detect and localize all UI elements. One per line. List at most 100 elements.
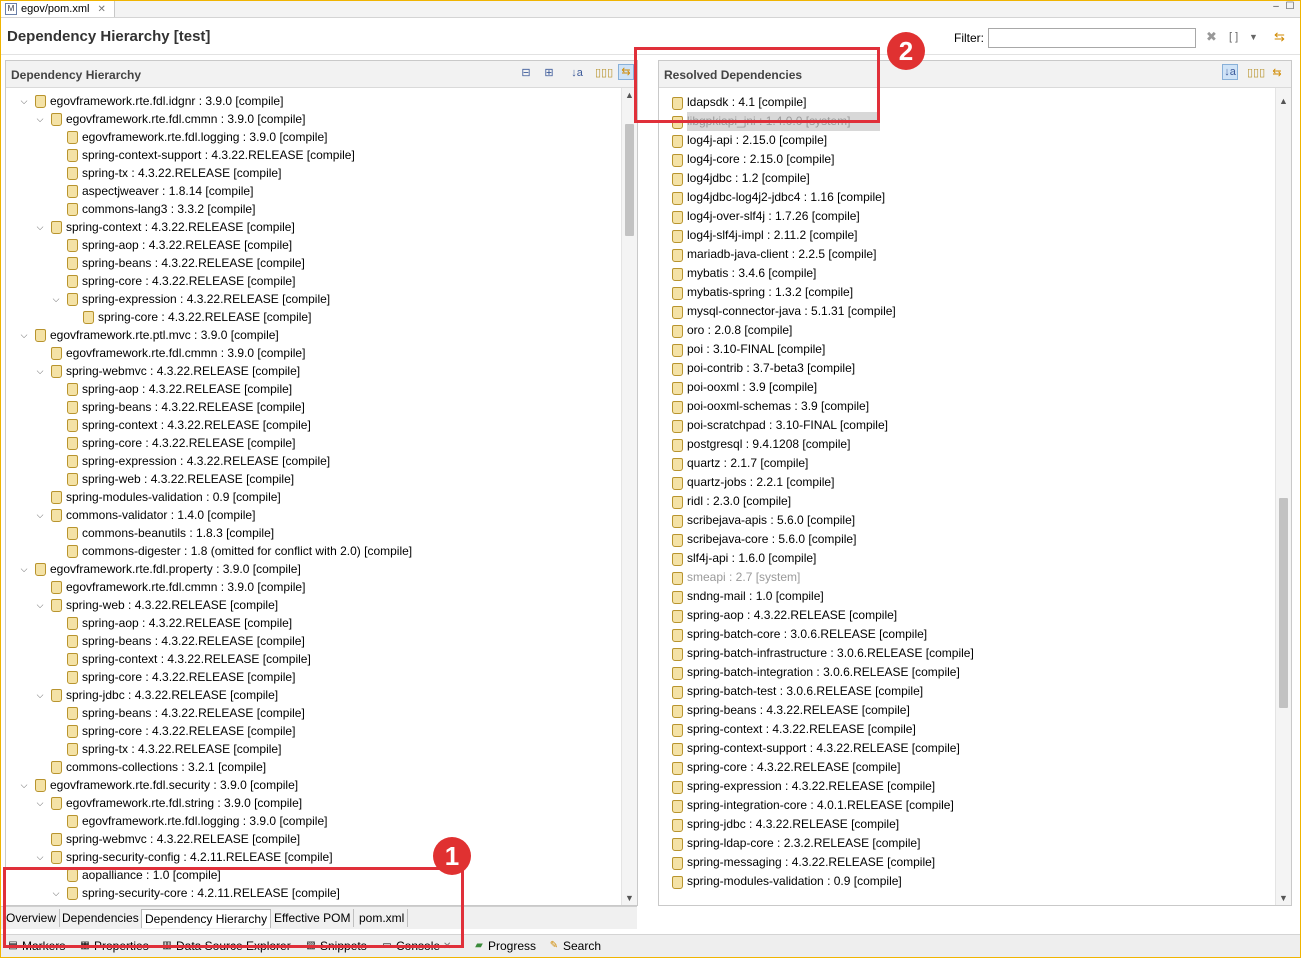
- tree-node[interactable]: ⌵ egovframework.rte.fdl.string : 3.9.0 [c…: [6, 794, 621, 812]
- list-item[interactable]: mybatis-spring : 1.3.2 [compile]: [659, 283, 1275, 302]
- chevron-down-icon[interactable]: ⌵: [34, 218, 46, 236]
- link-with-editor-icon[interactable]: ⇆: [1274, 30, 1285, 44]
- maximize-icon[interactable]: ☐: [1285, 2, 1295, 12]
- chevron-down-icon[interactable]: ⌵: [34, 110, 46, 128]
- tree-node[interactable]: ⌵ egovframework.rte.fdl.cmmn : 3.9.0 [com…: [6, 110, 621, 128]
- list-item[interactable]: poi-ooxml-schemas : 3.9 [compile]: [659, 397, 1275, 416]
- list-item[interactable]: spring-beans : 4.3.22.RELEASE [compile]: [659, 701, 1275, 720]
- list-item[interactable]: smeapi : 2.7 [system]: [659, 568, 1275, 587]
- list-item[interactable]: spring-batch-test : 3.0.6.RELEASE [compi…: [659, 682, 1275, 701]
- tree-node[interactable]: ⌵ spring-web : 4.3.22.RELEASE [compile]: [6, 596, 621, 614]
- hierarchy-scrollbar[interactable]: ▲ ▼: [621, 88, 637, 905]
- list-item[interactable]: spring-batch-integration : 3.0.6.RELEASE…: [659, 663, 1275, 682]
- tree-node[interactable]: spring-context : 4.3.22.RELEASE [compile…: [6, 416, 621, 434]
- tree-node[interactable]: commons-digester : 1.8 (omitted for conf…: [6, 542, 621, 560]
- sort-az-icon[interactable]: ↓a: [570, 66, 584, 80]
- tree-node[interactable]: ⌵ egovframework.rte.ptl.mvc : 3.9.0 [comp…: [6, 326, 621, 344]
- list-item[interactable]: spring-core : 4.3.22.RELEASE [compile]: [659, 758, 1275, 777]
- minimize-icon[interactable]: –: [1271, 2, 1281, 12]
- tree-node[interactable]: ⌵ spring-security-config : 4.2.11.RELEASE…: [6, 848, 621, 866]
- scroll-thumb[interactable]: [625, 124, 634, 236]
- list-item[interactable]: spring-integration-core : 4.0.1.RELEASE …: [659, 796, 1275, 815]
- tree-node[interactable]: spring-beans : 4.3.22.RELEASE [compile]: [6, 398, 621, 416]
- list-item[interactable]: poi-scratchpad : 3.10-FINAL [compile]: [659, 416, 1275, 435]
- list-item[interactable]: spring-ldap-core : 2.3.2.RELEASE [compil…: [659, 834, 1275, 853]
- list-item[interactable]: spring-context-support : 4.3.22.RELEASE …: [659, 739, 1275, 758]
- list-item[interactable]: poi-ooxml : 3.9 [compile]: [659, 378, 1275, 397]
- tree-node[interactable]: ⌵ spring-context : 4.3.22.RELEASE [compil…: [6, 218, 621, 236]
- list-item[interactable]: scribejava-apis : 5.6.0 [compile]: [659, 511, 1275, 530]
- list-item[interactable]: spring-jdbc : 4.3.22.RELEASE [compile]: [659, 815, 1275, 834]
- list-item[interactable]: sndng-mail : 1.0 [compile]: [659, 587, 1275, 606]
- tree-node[interactable]: commons-lang3 : 3.3.2 [compile]: [6, 200, 621, 218]
- tree-node[interactable]: spring-beans : 4.3.22.RELEASE [compile]: [6, 704, 621, 722]
- tree-node[interactable]: spring-core : 4.3.22.RELEASE [compile]: [6, 434, 621, 452]
- tab-search[interactable]: ✎ Search: [548, 939, 601, 953]
- show-group-id-icon[interactable]: ▯▯▯: [595, 66, 613, 80]
- list-item[interactable]: spring-modules-validation : 0.9 [compile…: [659, 872, 1275, 891]
- tree-node[interactable]: ⌵ spring-webmvc : 4.3.22.RELEASE [compile…: [6, 362, 621, 380]
- tree-node[interactable]: ⌵ egovframework.rte.fdl.security : 3.9.0 …: [6, 776, 621, 794]
- tree-node[interactable]: spring-context : 4.3.22.RELEASE [compile…: [6, 650, 621, 668]
- list-item[interactable]: spring-batch-core : 3.0.6.RELEASE [compi…: [659, 625, 1275, 644]
- list-item[interactable]: mariadb-java-client : 2.2.5 [compile]: [659, 245, 1275, 264]
- list-item[interactable]: spring-batch-infrastructure : 3.0.6.RELE…: [659, 644, 1275, 663]
- tree-node[interactable]: ⌵ spring-jdbc : 4.3.22.RELEASE [compile]: [6, 686, 621, 704]
- editor-tab-pom[interactable]: M egov/pom.xml ✕: [1, 1, 115, 17]
- chevron-down-icon[interactable]: ⌵: [18, 92, 30, 110]
- tree-node[interactable]: spring-core : 4.3.22.RELEASE [compile]: [6, 722, 621, 740]
- tree-node[interactable]: egovframework.rte.fdl.cmmn : 3.9.0 [comp…: [6, 578, 621, 596]
- tree-node[interactable]: ⌵ egovframework.rte.fdl.property : 3.9.0 …: [6, 560, 621, 578]
- tree-node[interactable]: spring-tx : 4.3.22.RELEASE [compile]: [6, 164, 621, 182]
- filter-toggle-icon[interactable]: ⇆: [618, 64, 634, 80]
- filter-input[interactable]: [988, 28, 1196, 48]
- tree-node[interactable]: ⌵ spring-expression : 4.3.22.RELEASE [com…: [6, 290, 621, 308]
- list-item[interactable]: oro : 2.0.8 [compile]: [659, 321, 1275, 340]
- chevron-down-icon[interactable]: ⌵: [50, 290, 62, 308]
- chevron-down-icon[interactable]: ⌵: [34, 596, 46, 614]
- chevron-down-icon[interactable]: ▼: [1249, 30, 1258, 44]
- tree-node[interactable]: aspectjweaver : 1.8.14 [compile]: [6, 182, 621, 200]
- tree-node[interactable]: spring-aop : 4.3.22.RELEASE [compile]: [6, 236, 621, 254]
- scroll-down-icon[interactable]: ▼: [1276, 893, 1291, 903]
- chevron-down-icon[interactable]: ⌵: [18, 776, 30, 794]
- scroll-up-icon[interactable]: ▲: [1276, 96, 1291, 106]
- list-item[interactable]: mybatis : 3.4.6 [compile]: [659, 264, 1275, 283]
- list-item[interactable]: poi : 3.10-FINAL [compile]: [659, 340, 1275, 359]
- list-item[interactable]: spring-messaging : 4.3.22.RELEASE [compi…: [659, 853, 1275, 872]
- list-item[interactable]: ridl : 2.3.0 [compile]: [659, 492, 1275, 511]
- list-item[interactable]: log4jdbc-log4j2-jdbc4 : 1.16 [compile]: [659, 188, 1275, 207]
- tree-node[interactable]: spring-beans : 4.3.22.RELEASE [compile]: [6, 632, 621, 650]
- list-item[interactable]: mysql-connector-java : 5.1.31 [compile]: [659, 302, 1275, 321]
- tree-node[interactable]: spring-context-support : 4.3.22.RELEASE …: [6, 146, 621, 164]
- clear-filter-icon[interactable]: ✖: [1206, 30, 1217, 44]
- list-item[interactable]: spring-context : 4.3.22.RELEASE [compile…: [659, 720, 1275, 739]
- list-item[interactable]: log4j-core : 2.15.0 [compile]: [659, 150, 1275, 169]
- tree-node[interactable]: spring-expression : 4.3.22.RELEASE [comp…: [6, 452, 621, 470]
- tree-node[interactable]: egovframework.rte.fdl.logging : 3.9.0 [c…: [6, 128, 621, 146]
- list-item[interactable]: postgresql : 9.4.1208 [compile]: [659, 435, 1275, 454]
- tree-node[interactable]: commons-collections : 3.2.1 [compile]: [6, 758, 621, 776]
- tree-node[interactable]: egovframework.rte.fdl.logging : 3.9.0 [c…: [6, 812, 621, 830]
- filter-options-icon[interactable]: [ ]: [1229, 30, 1238, 44]
- tree-node[interactable]: spring-aop : 4.3.22.RELEASE [compile]: [6, 614, 621, 632]
- list-item[interactable]: spring-aop : 4.3.22.RELEASE [compile]: [659, 606, 1275, 625]
- list-item[interactable]: poi-contrib : 3.7-beta3 [compile]: [659, 359, 1275, 378]
- show-group-id-icon[interactable]: ▯▯▯: [1247, 66, 1265, 80]
- list-item[interactable]: scribejava-core : 5.6.0 [compile]: [659, 530, 1275, 549]
- list-item[interactable]: log4j-api : 2.15.0 [compile]: [659, 131, 1275, 150]
- collapse-all-icon[interactable]: ⊟: [519, 66, 533, 80]
- scroll-down-icon[interactable]: ▼: [622, 893, 637, 903]
- tree-node[interactable]: egovframework.rte.fdl.cmmn : 3.9.0 [comp…: [6, 344, 621, 362]
- chevron-down-icon[interactable]: ⌵: [34, 506, 46, 524]
- tree-node[interactable]: spring-modules-validation : 0.9 [compile…: [6, 488, 621, 506]
- chevron-down-icon[interactable]: ⌵: [34, 686, 46, 704]
- tree-node[interactable]: spring-webmvc : 4.3.22.RELEASE [compile]: [6, 830, 621, 848]
- tree-node[interactable]: spring-core : 4.3.22.RELEASE [compile]: [6, 272, 621, 290]
- list-item[interactable]: quartz-jobs : 2.2.1 [compile]: [659, 473, 1275, 492]
- expand-all-icon[interactable]: ⊞: [542, 66, 556, 80]
- scroll-thumb[interactable]: [1279, 498, 1288, 708]
- resolved-scrollbar[interactable]: ▲ ▼: [1275, 88, 1291, 905]
- tree-node[interactable]: ⌵ egovframework.rte.fdl.idgnr : 3.9.0 [co…: [6, 92, 621, 110]
- chevron-down-icon[interactable]: ⌵: [34, 794, 46, 812]
